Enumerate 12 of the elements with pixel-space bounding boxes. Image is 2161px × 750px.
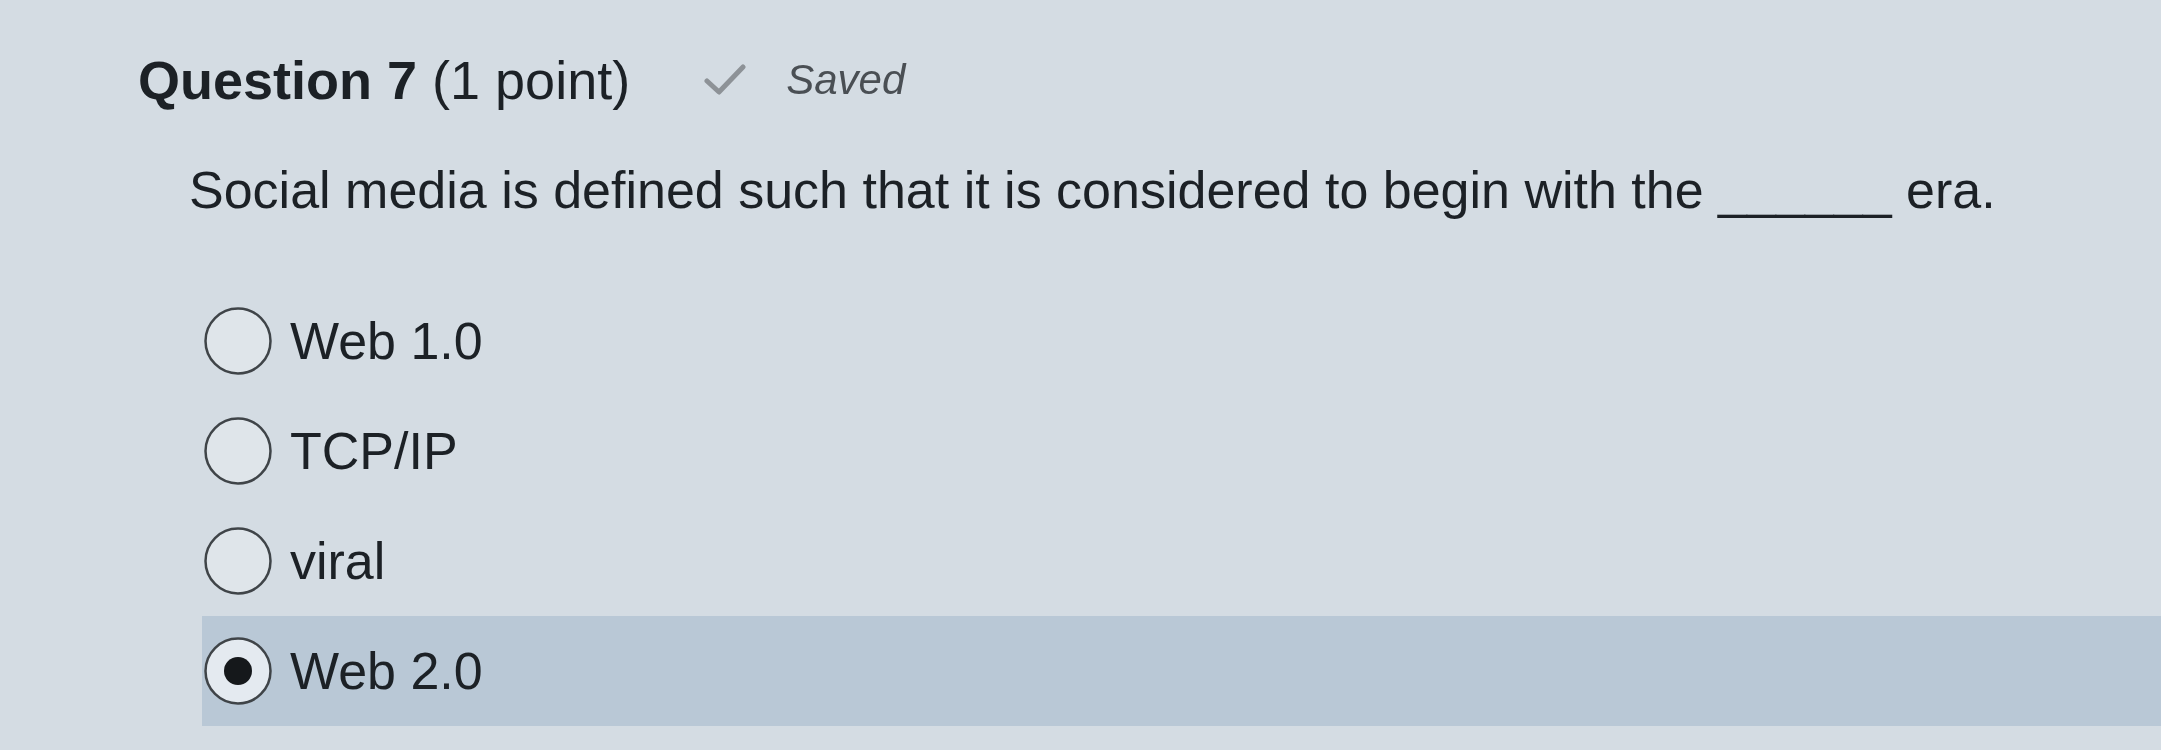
saved-status: Saved [786,55,906,105]
radio-button[interactable] [204,527,272,595]
answer-label[interactable]: viral [290,531,386,591]
answer-label[interactable]: Web 1.0 [290,311,483,371]
radio-button[interactable] [204,307,272,375]
radio-button[interactable] [204,417,272,485]
question-text: Social media is defined such that it is considered to begin with the ______ era. [189,160,1996,220]
radio-button[interactable] [204,637,272,705]
question-title: Question 7 (1 point) [138,50,631,110]
answer-label[interactable]: Web 2.0 [290,641,483,701]
checkmark-icon [704,64,747,96]
answer-label[interactable]: TCP/IP [290,421,458,481]
